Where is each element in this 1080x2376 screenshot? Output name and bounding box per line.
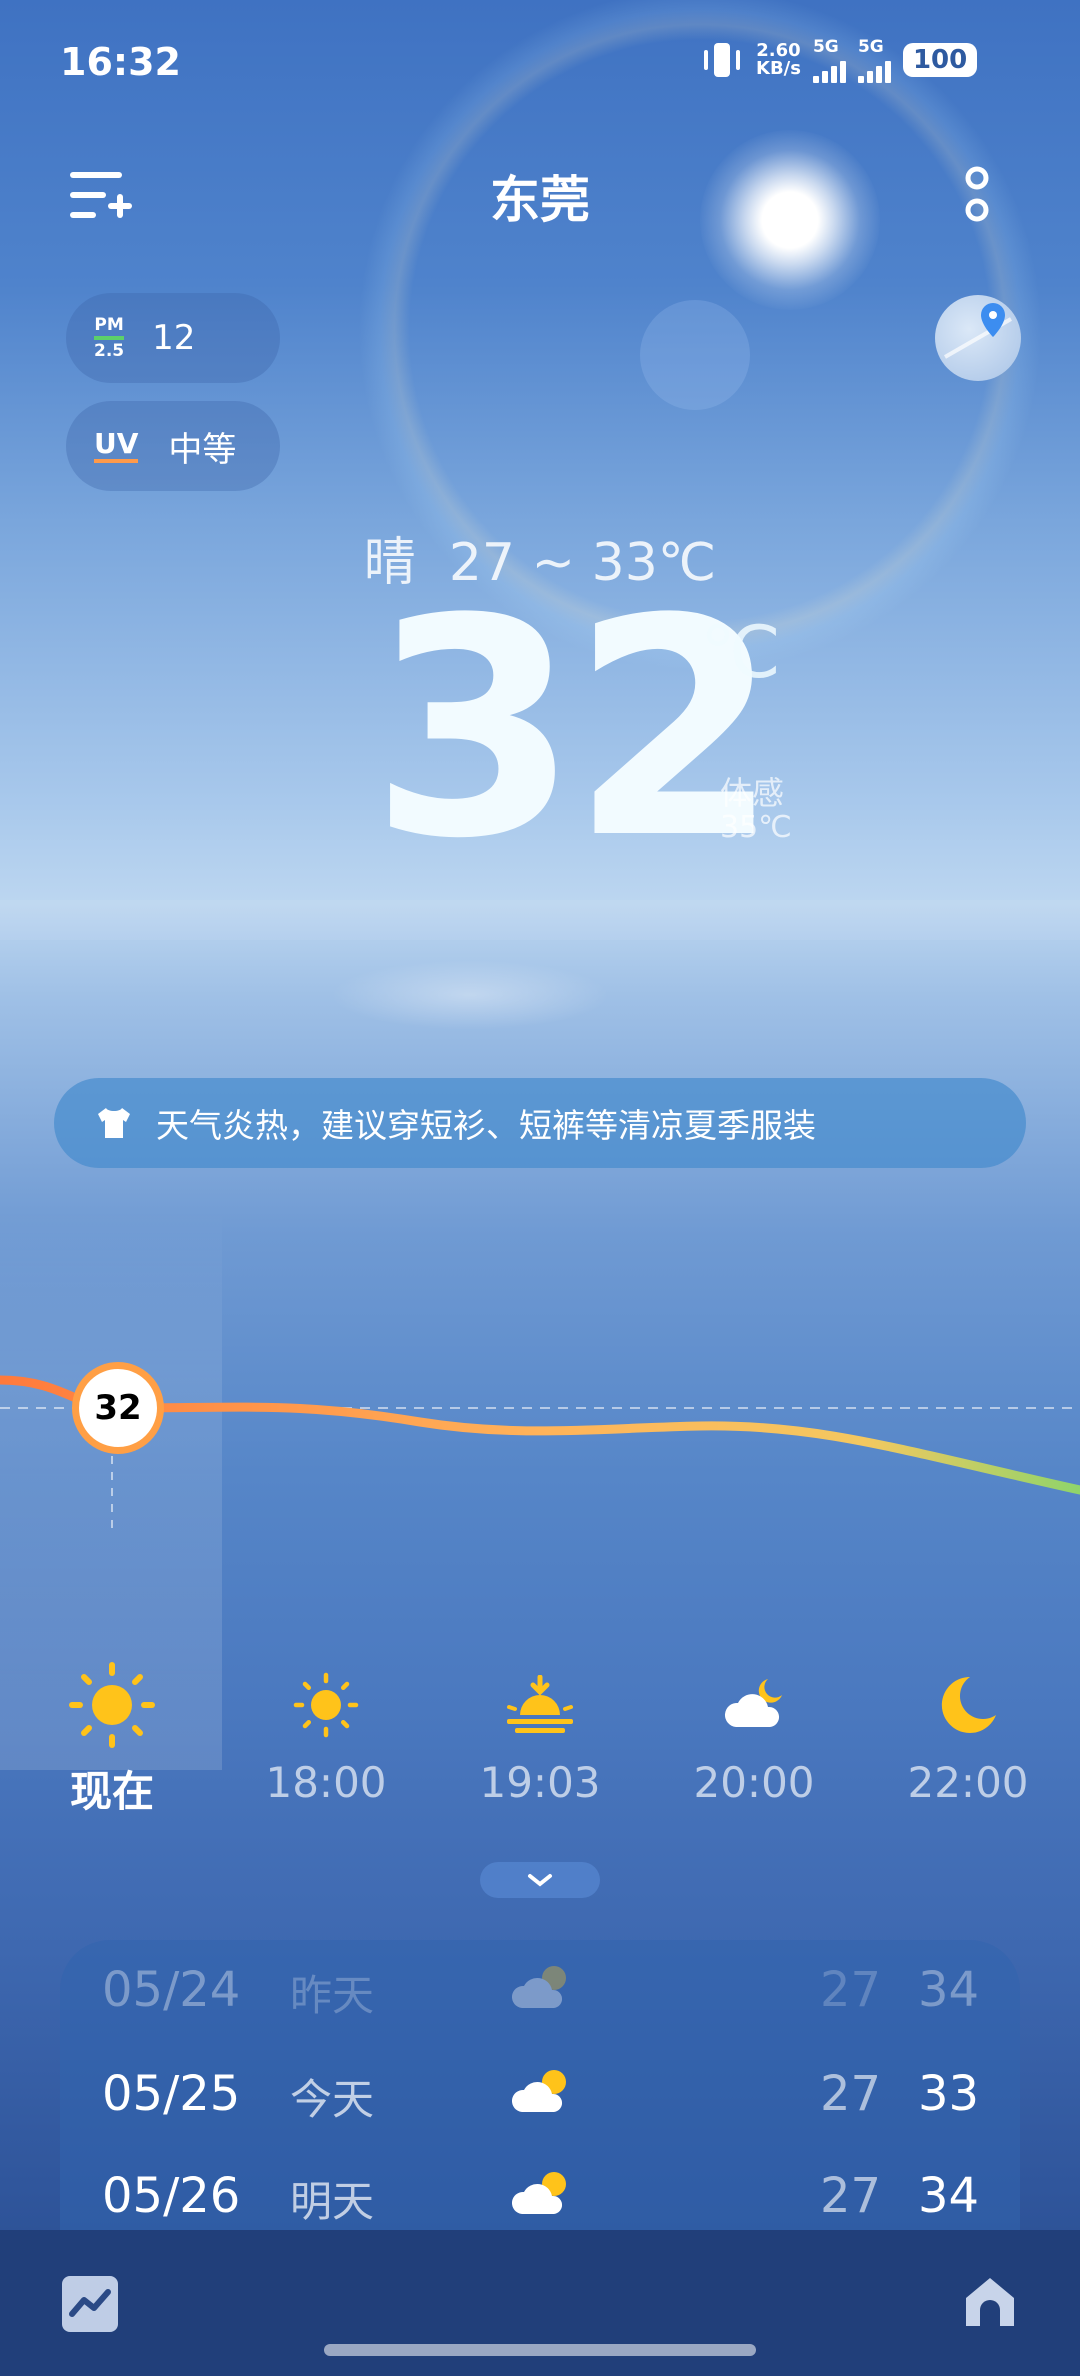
partly-cloudy-icon (511, 1966, 566, 2008)
moon-icon (941, 1676, 996, 1733)
uv-value: 中等 (168, 429, 237, 470)
signal-icon (857, 57, 891, 83)
status-icons: 2.60 KB/s 5G 5G 100 (700, 37, 978, 83)
home-indicator[interactable] (324, 2344, 756, 2356)
pm25-chip[interactable]: PM 2.5 12 (66, 293, 280, 383)
hourly-label: 18:00 (265, 1758, 387, 1807)
more-icon[interactable] (962, 166, 992, 224)
hourly-label: 19:03 (479, 1758, 601, 1807)
current-temp-marker: 32 (72, 1362, 164, 1454)
expand-hourly-button[interactable] (480, 1862, 600, 1898)
hourly-item-1800[interactable]: 18:00 (236, 1660, 416, 1807)
vibrate-icon (704, 43, 740, 77)
daily-row-today[interactable]: 05/25 今天 27 33 (60, 2044, 1020, 2144)
home-icon[interactable] (960, 2272, 1020, 2332)
sun-icon (69, 1662, 155, 1748)
feels-like-label: 体感 (720, 774, 785, 812)
partly-cloudy-icon (511, 2070, 566, 2112)
hourly-label: 20:00 (693, 1758, 815, 1807)
hourly-item-2200[interactable]: 22:00 (878, 1660, 1058, 1807)
map-location-icon[interactable] (935, 295, 1021, 381)
hourly-item-2000[interactable]: 20:00 (664, 1660, 844, 1807)
lens-flare (640, 300, 750, 410)
pm25-value: 12 (152, 318, 196, 358)
temperature-curve (0, 1375, 1080, 1530)
advice-text: 天气炎热，建议穿短衫、短裤等清凉夏季服装 (156, 1106, 816, 1145)
hourly-item-now[interactable]: 现在 (22, 1660, 202, 1819)
pm25-icon: PM 2.5 (94, 315, 125, 361)
hourly-item-sunset[interactable]: 19:03 (450, 1660, 630, 1807)
network-speed: 2.60 KB/s (756, 40, 801, 79)
battery-icon: 100 (902, 43, 978, 77)
uv-icon: UV (94, 429, 139, 463)
hourly-label: 22:00 (907, 1758, 1029, 1807)
daily-forecast-card: 05/24 昨天 27 34 05/25 今天 27 33 05/26 明天 2… (60, 1940, 1020, 2230)
chevron-down-icon (528, 1874, 552, 1887)
daily-row-tomorrow[interactable]: 05/26 明天 27 34 (60, 2146, 1020, 2230)
status-time: 16:32 (60, 40, 181, 84)
horizon-band (0, 900, 1080, 940)
cloud-moon-icon (724, 1679, 782, 1727)
shirt-icon (98, 1108, 130, 1138)
sunset-icon (507, 1675, 573, 1733)
signal-sim2: 5G (857, 37, 891, 83)
feels-like-value: 35℃ (720, 810, 792, 845)
uv-chip[interactable]: UV 中等 (66, 401, 280, 491)
sun-icon (293, 1672, 359, 1738)
temperature-unit: ℃ (700, 610, 781, 694)
signal-sim1: 5G (812, 37, 846, 83)
hourly-label: 现在 (69, 1767, 154, 1816)
daily-row-yesterday[interactable]: 05/24 昨天 27 34 (60, 1940, 1020, 2040)
partly-cloudy-icon (511, 2172, 566, 2214)
signal-icon (812, 57, 846, 83)
clothing-advice[interactable]: 天气炎热，建议穿短衫、短裤等清凉夏季服装 (54, 1078, 1026, 1168)
trend-chart-icon[interactable] (62, 2276, 118, 2332)
sun-reflection (330, 960, 610, 1030)
city-name[interactable]: 东莞 (0, 160, 1080, 232)
